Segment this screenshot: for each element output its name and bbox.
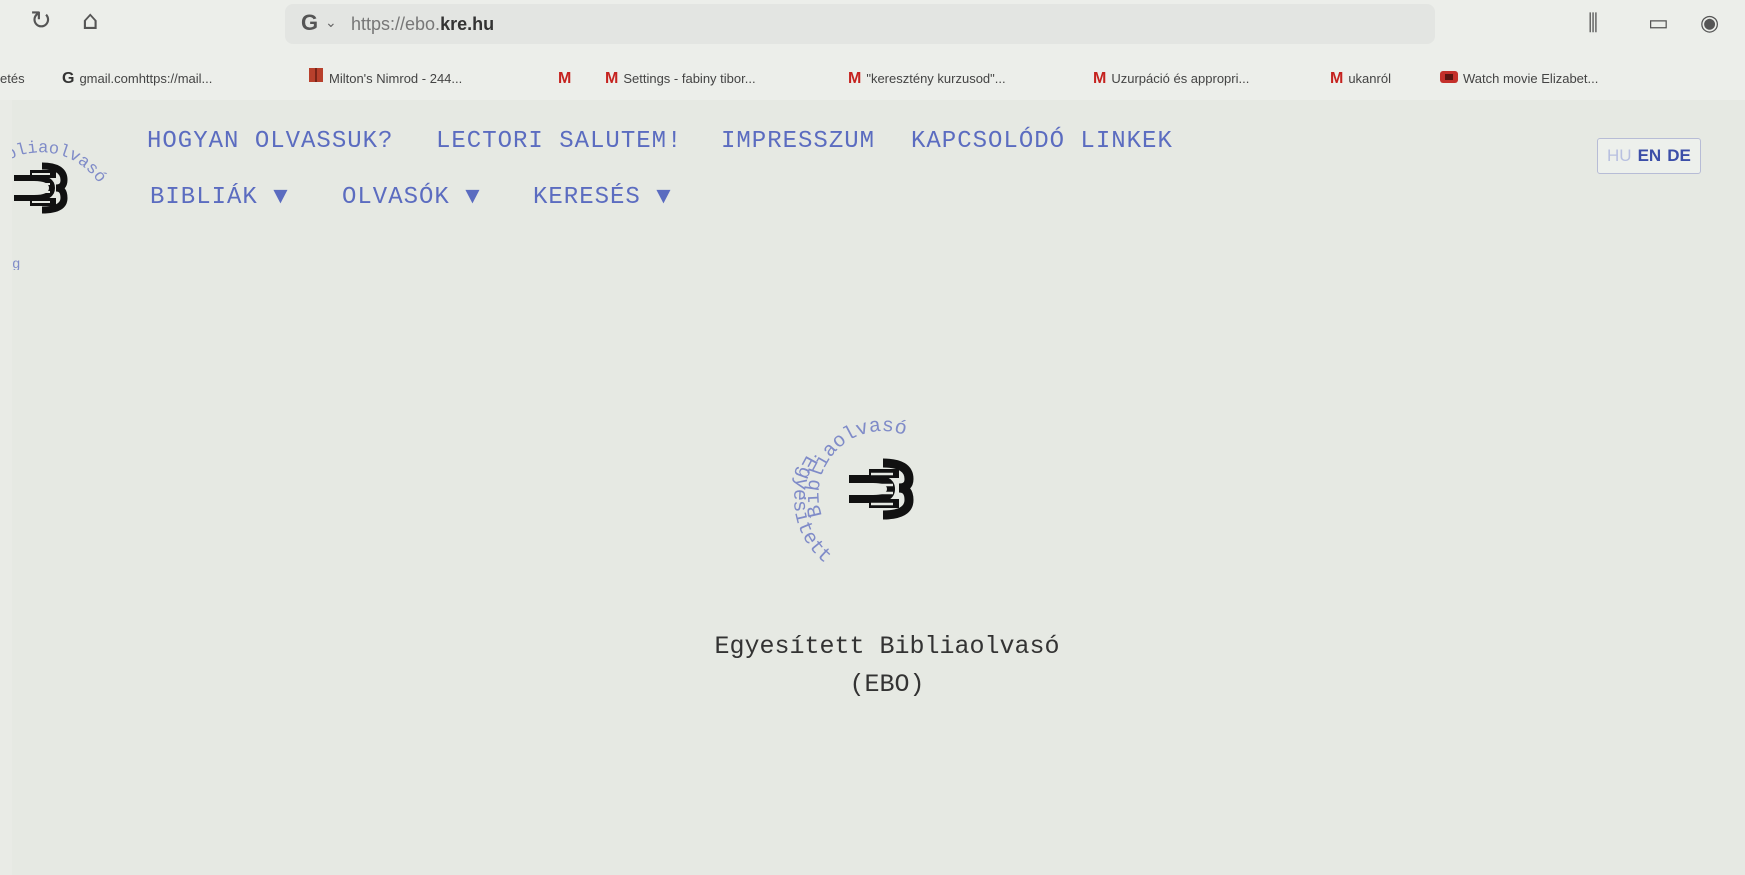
bookmark-milton[interactable]: Milton's Nimrod - 244... — [308, 64, 462, 94]
bookmarks-bar: etés Ggmail.comhttps://mail... Milton's … — [0, 64, 1745, 94]
account-icon[interactable]: ◉ — [1700, 10, 1719, 36]
bookmark-partial[interactable]: etés — [0, 64, 25, 94]
bookmark-watch-movie[interactable]: Watch movie Elizabet... — [1440, 64, 1598, 94]
bookmark-settings[interactable]: M Settings - fabiny tibor... — [605, 64, 756, 94]
home-icon[interactable]: ⌂ — [82, 6, 99, 36]
nav-hogyan-olvassuk[interactable]: HOGYAN OLVASSUK? — [147, 128, 393, 155]
logo-ring-fragment: g — [12, 257, 20, 270]
bookmark-label: ukanról — [1348, 71, 1391, 86]
nav-kapcsolodo-linkek[interactable]: KAPCSOLÓDÓ LINKEK — [911, 128, 1173, 155]
reload-icon[interactable]: ↻ — [30, 6, 52, 36]
bookmark-kurzus[interactable]: M "keresztény kurzusod"... — [848, 64, 1006, 94]
dropdown-bibliak[interactable]: BIBLIÁK ▼ — [150, 184, 289, 211]
center-logo: Bibliaolvasó Egyesített — [787, 405, 987, 605]
bookmark-label: Milton's Nimrod - 244... — [329, 71, 463, 86]
lang-en[interactable]: EN — [1638, 146, 1662, 165]
gmail-icon: M — [848, 70, 862, 87]
site-subtitle: (EBO) — [849, 670, 925, 699]
browser-chrome: ↻ ⌂ G ⌄ https://ebo.kre.hu ⫼ ▭ ◉ etés Gg… — [0, 0, 1745, 100]
library-icon[interactable]: ⫼ — [1588, 10, 1598, 36]
url-text: https://ebo.kre.hu — [351, 14, 495, 34]
gmail-icon: M — [1330, 70, 1344, 87]
google-icon: G — [62, 70, 75, 87]
ebo-logo-icon — [14, 162, 68, 214]
bookmark-gmail[interactable]: Ggmail.comhttps://mail... — [62, 64, 212, 94]
lang-de[interactable]: DE — [1667, 146, 1691, 165]
site-title-block: Egyesített Bibliaolvasó (EBO) — [612, 628, 1162, 704]
site-logo[interactable]: Bibliaolvasó g — [0, 120, 122, 273]
site-title: Egyesített Bibliaolvasó — [714, 632, 1060, 661]
google-search-icon: G — [301, 10, 319, 35]
bookmark-label: gmail.comhttps://mail... — [79, 71, 213, 86]
nav-lectori-salutem[interactable]: LECTORI SALUTEM! — [436, 128, 682, 155]
chevron-down-icon[interactable]: ⌄ — [325, 14, 337, 31]
bookmark-label: Settings - fabiny tibor... — [623, 71, 756, 86]
gmail-icon: M — [605, 70, 619, 87]
bookmark-label: Uzurpáció és appropri... — [1111, 71, 1250, 86]
language-switch: HU EN DE — [1597, 138, 1701, 174]
nav-impresszum[interactable]: IMPRESSZUM — [721, 128, 875, 155]
dropdown-kereses[interactable]: KERESÉS ▼ — [533, 184, 672, 211]
gmail-icon: M — [558, 70, 572, 87]
bookmark-label: Watch movie Elizabet... — [1463, 71, 1599, 86]
browser-toolbar: ↻ ⌂ G ⌄ https://ebo.kre.hu ⫼ ▭ ◉ — [0, 0, 1745, 48]
bookmark-uzurpacio[interactable]: M Uzurpáció és appropri... — [1093, 64, 1249, 94]
address-bar[interactable]: G ⌄ https://ebo.kre.hu — [285, 4, 1435, 44]
gmail-icon: M — [1093, 70, 1107, 87]
dropdown-olvasok[interactable]: OLVASÓK ▼ — [342, 184, 481, 211]
bookmark-gmail-m[interactable]: M — [558, 64, 576, 94]
bookmark-ukanrol[interactable]: Mukanról — [1330, 64, 1391, 94]
video-icon — [1440, 64, 1458, 94]
page-content: Bibliaolvasó g HOGYAN OLVASSUK? LECTORI … — [0, 100, 1745, 875]
bookmark-label: "keresztény kurzusod"... — [866, 71, 1006, 86]
ebo-logo-icon — [849, 458, 914, 520]
book-icon — [308, 64, 324, 94]
sidebar-icon[interactable]: ▭ — [1648, 10, 1669, 36]
lang-hu[interactable]: HU — [1607, 146, 1632, 165]
